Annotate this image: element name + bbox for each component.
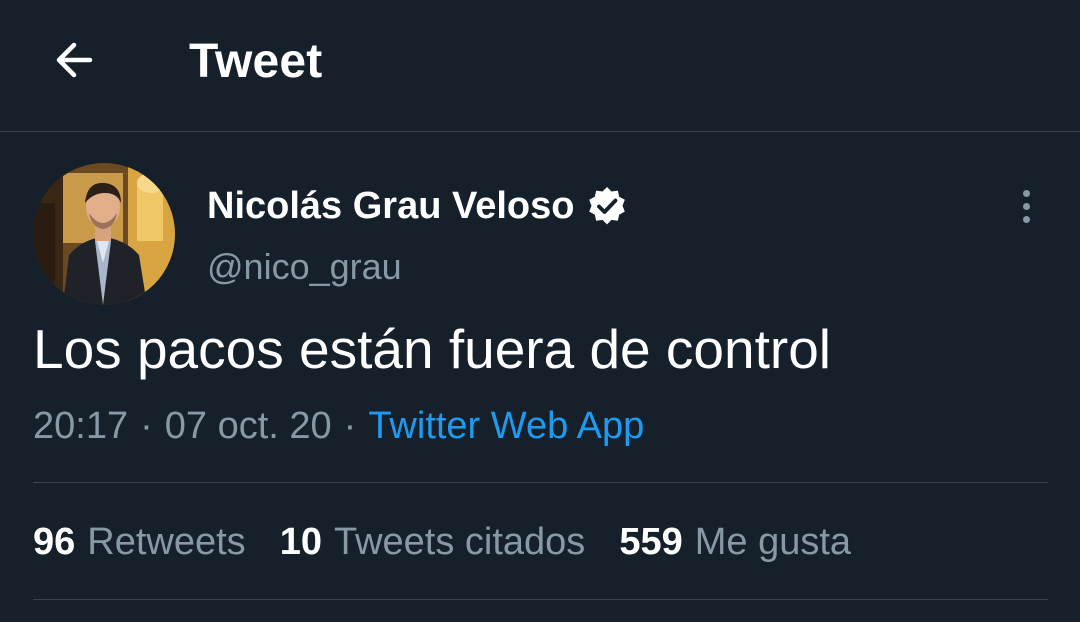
avatar[interactable] <box>33 163 175 305</box>
stat-count: 10 <box>279 520 322 563</box>
meta-separator: · <box>140 404 153 447</box>
stat-count: 559 <box>619 520 683 563</box>
top-bar: Tweet <box>0 0 1080 132</box>
stat-label: Me gusta <box>694 520 852 563</box>
divider <box>33 482 1048 483</box>
stat-count: 96 <box>33 520 76 563</box>
quote-tweets-stat[interactable]: 10 Tweets citados <box>280 521 586 564</box>
tweet-text: Los pacos están fuera de control <box>33 318 832 380</box>
tweet-source-link[interactable]: Twitter Web App <box>368 405 644 448</box>
meta-separator: · <box>343 404 357 447</box>
display-name[interactable]: Nicolás Grau Veloso <box>207 185 574 228</box>
retweets-stat[interactable]: 96 Retweets <box>33 521 246 564</box>
page-title: Tweet <box>189 35 323 88</box>
likes-stat[interactable]: 559 Me gusta <box>619 521 851 564</box>
tweet-meta: 20:17 · 07 oct. 20 · Twitter Web App <box>33 402 644 450</box>
back-button[interactable] <box>44 30 104 90</box>
avatar-photo <box>33 163 175 305</box>
verified-badge-icon <box>586 185 628 227</box>
stat-label: Tweets citados <box>333 520 586 563</box>
stat-label: Retweets <box>87 520 246 563</box>
divider <box>33 599 1048 600</box>
author-handle[interactable]: @nico_grau <box>207 246 402 288</box>
tweet-time[interactable]: 20:17 <box>33 405 128 448</box>
author-name-row[interactable]: Nicolás Grau Veloso <box>207 182 628 230</box>
tweet-stats: 96 Retweets 10 Tweets citados 559 Me gus… <box>33 517 885 567</box>
more-vertical-icon <box>1022 189 1030 197</box>
tweet-date[interactable]: 07 oct. 20 <box>165 405 332 448</box>
more-options-button[interactable] <box>1004 184 1048 228</box>
arrow-left-icon <box>56 42 93 78</box>
